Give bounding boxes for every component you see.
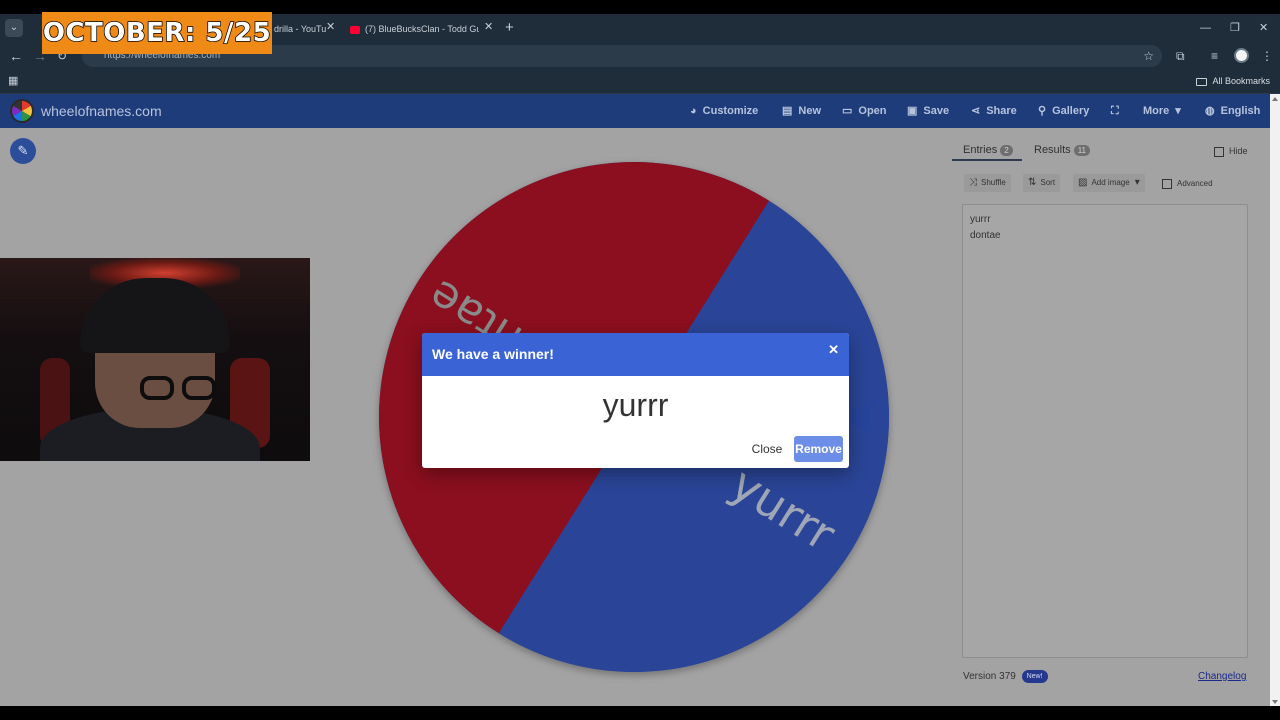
bottom-letterbox xyxy=(0,706,1280,720)
entries-count-badge: 2 xyxy=(1000,144,1013,156)
tab-close-icon[interactable]: ✕ xyxy=(484,14,493,40)
back-icon[interactable]: ← xyxy=(9,42,23,70)
customize-button[interactable]: ◕ Customize xyxy=(690,94,758,128)
add-image-button[interactable]: ▨ Add image ▾ xyxy=(1073,174,1145,192)
all-bookmarks-button[interactable]: All Bookmarks xyxy=(1196,70,1270,92)
caret-down-icon: ▾ xyxy=(1175,105,1181,117)
search-icon: ⚲ xyxy=(1038,105,1047,117)
save-label: Save xyxy=(923,105,950,117)
winner-dialog-header: We have a winner! ✕ xyxy=(422,333,849,376)
close-icon[interactable]: ✕ xyxy=(828,333,839,366)
share-button[interactable]: ⋖ Share xyxy=(971,94,1017,128)
language-label: English xyxy=(1220,105,1261,117)
chrome-menu-icon[interactable]: ⋮ xyxy=(1261,42,1273,70)
scroll-down-arrow-icon[interactable] xyxy=(1272,700,1278,704)
palette-icon: ◕ xyxy=(690,105,697,117)
active-tab-underline xyxy=(952,159,1022,161)
webcam-overlay xyxy=(0,258,310,461)
close-window-icon[interactable]: ✕ xyxy=(1259,14,1268,42)
profile-avatar[interactable] xyxy=(1234,48,1249,63)
extensions-icon[interactable]: ⧉ xyxy=(1176,42,1185,70)
media-controls-icon[interactable]: ≡ xyxy=(1211,42,1218,70)
new-badge: New! xyxy=(1021,670,1048,683)
hide-checkbox[interactable] xyxy=(1214,146,1224,157)
share-icon: ⋖ xyxy=(971,105,981,117)
tab-results[interactable]: Results 11 xyxy=(1034,138,1090,162)
language-button[interactable]: ◍ English xyxy=(1205,94,1260,128)
fullscreen-icon: ⛶ xyxy=(1111,105,1119,117)
entries-tab-label: Entries xyxy=(963,144,998,156)
tab-title: drilla - YouTu xyxy=(274,24,327,34)
results-count-badge: 11 xyxy=(1073,144,1090,156)
scroll-up-arrow-icon[interactable] xyxy=(1272,97,1278,101)
overlay-date-badge: OCTOBER: 5/25 xyxy=(42,12,272,54)
share-label: Share xyxy=(986,105,1017,117)
all-bookmarks-label: All Bookmarks xyxy=(1212,76,1270,86)
shuffle-button[interactable]: ⤨ Shuffle xyxy=(964,174,1011,192)
entry-line: dontae xyxy=(970,230,1001,241)
wheel-logo-icon[interactable] xyxy=(10,99,34,123)
results-tab-label: Results xyxy=(1034,144,1071,156)
sort-label: Sort xyxy=(1040,178,1056,187)
advanced-label: Advanced xyxy=(1177,179,1213,188)
glasses-right xyxy=(182,376,216,400)
more-label: More xyxy=(1143,105,1170,117)
youtube-icon xyxy=(350,25,360,34)
version-info: Version 379 New! xyxy=(963,670,1048,684)
new-button[interactable]: ▤ New xyxy=(782,94,821,128)
advanced-checkbox[interactable] xyxy=(1162,178,1172,189)
apps-grid-icon[interactable]: ▦ xyxy=(8,70,18,92)
hide-label: Hide xyxy=(1229,146,1248,156)
site-name[interactable]: wheelofnames.com xyxy=(41,94,162,128)
file-icon: ▤ xyxy=(782,105,793,117)
remove-button[interactable]: Remove xyxy=(794,436,843,462)
customize-label: Customize xyxy=(702,105,759,117)
add-image-label: Add image xyxy=(1091,178,1130,187)
minimize-icon[interactable]: — xyxy=(1200,14,1211,42)
changelog-link[interactable]: Changelog xyxy=(1198,670,1246,684)
image-icon: ▨ xyxy=(1078,177,1088,188)
bookmark-star-icon[interactable]: ☆ xyxy=(1143,45,1154,67)
tab-close-icon[interactable]: ✕ xyxy=(326,14,335,40)
edit-pencil-icon[interactable]: ✎ xyxy=(10,138,36,164)
browser-tab-1[interactable]: drilla - YouTu xyxy=(268,16,328,42)
tab-search-icon[interactable]: ⌄ xyxy=(5,19,23,37)
entry-line: yurrr xyxy=(970,214,991,225)
open-label: Open xyxy=(858,105,887,117)
version-label: Version 379 xyxy=(963,671,1016,683)
caret-down-icon: ▾ xyxy=(1134,177,1140,188)
open-button[interactable]: ▭ Open xyxy=(842,94,887,128)
app-header: wheelofnames.com ◕ Customize ▤ New ▭ Open ▣… xyxy=(0,94,1270,128)
save-icon: ▣ xyxy=(907,105,918,117)
save-button[interactable]: ▣ Save xyxy=(907,94,949,128)
more-button[interactable]: More ▾ xyxy=(1143,94,1181,128)
folder-open-icon: ▭ xyxy=(842,105,853,117)
shuffle-icon: ⤨ xyxy=(969,177,977,188)
shuffle-label: Shuffle xyxy=(981,178,1006,187)
new-tab-icon[interactable]: + xyxy=(505,14,514,42)
restore-icon[interactable]: ❐ xyxy=(1230,14,1240,42)
winner-dialog-title: We have a winner! xyxy=(432,346,554,362)
tab-title: (7) BlueBucksClan - Todd Gurley xyxy=(365,24,479,34)
hide-toggle[interactable]: Hide xyxy=(1214,144,1248,158)
gallery-label: Gallery xyxy=(1052,105,1090,117)
sort-button[interactable]: ⇅ Sort xyxy=(1023,174,1061,192)
entries-textarea[interactable]: yurrr dontae xyxy=(962,204,1248,658)
page-scrollbar[interactable] xyxy=(1270,94,1280,706)
bookmarks-bar: ▦ All Bookmarks xyxy=(0,70,1280,94)
advanced-toggle[interactable]: Advanced xyxy=(1162,177,1213,191)
winner-name: yurrr xyxy=(602,387,669,423)
sort-icon: ⇅ xyxy=(1028,177,1037,188)
folder-icon xyxy=(1196,77,1208,86)
glasses-left xyxy=(140,376,174,400)
browser-tab-2[interactable]: (7) BlueBucksClan - Todd Gurley xyxy=(344,16,479,42)
gallery-button[interactable]: ⚲ Gallery xyxy=(1038,94,1089,128)
close-button[interactable]: Close xyxy=(744,436,790,462)
new-label: New xyxy=(798,105,822,117)
fullscreen-button[interactable]: ⛶ xyxy=(1111,94,1125,128)
globe-icon: ◍ xyxy=(1205,105,1215,117)
streamer-beanie xyxy=(80,278,230,353)
winner-dialog: We have a winner! ✕ yurrr Close Remove xyxy=(422,333,849,468)
